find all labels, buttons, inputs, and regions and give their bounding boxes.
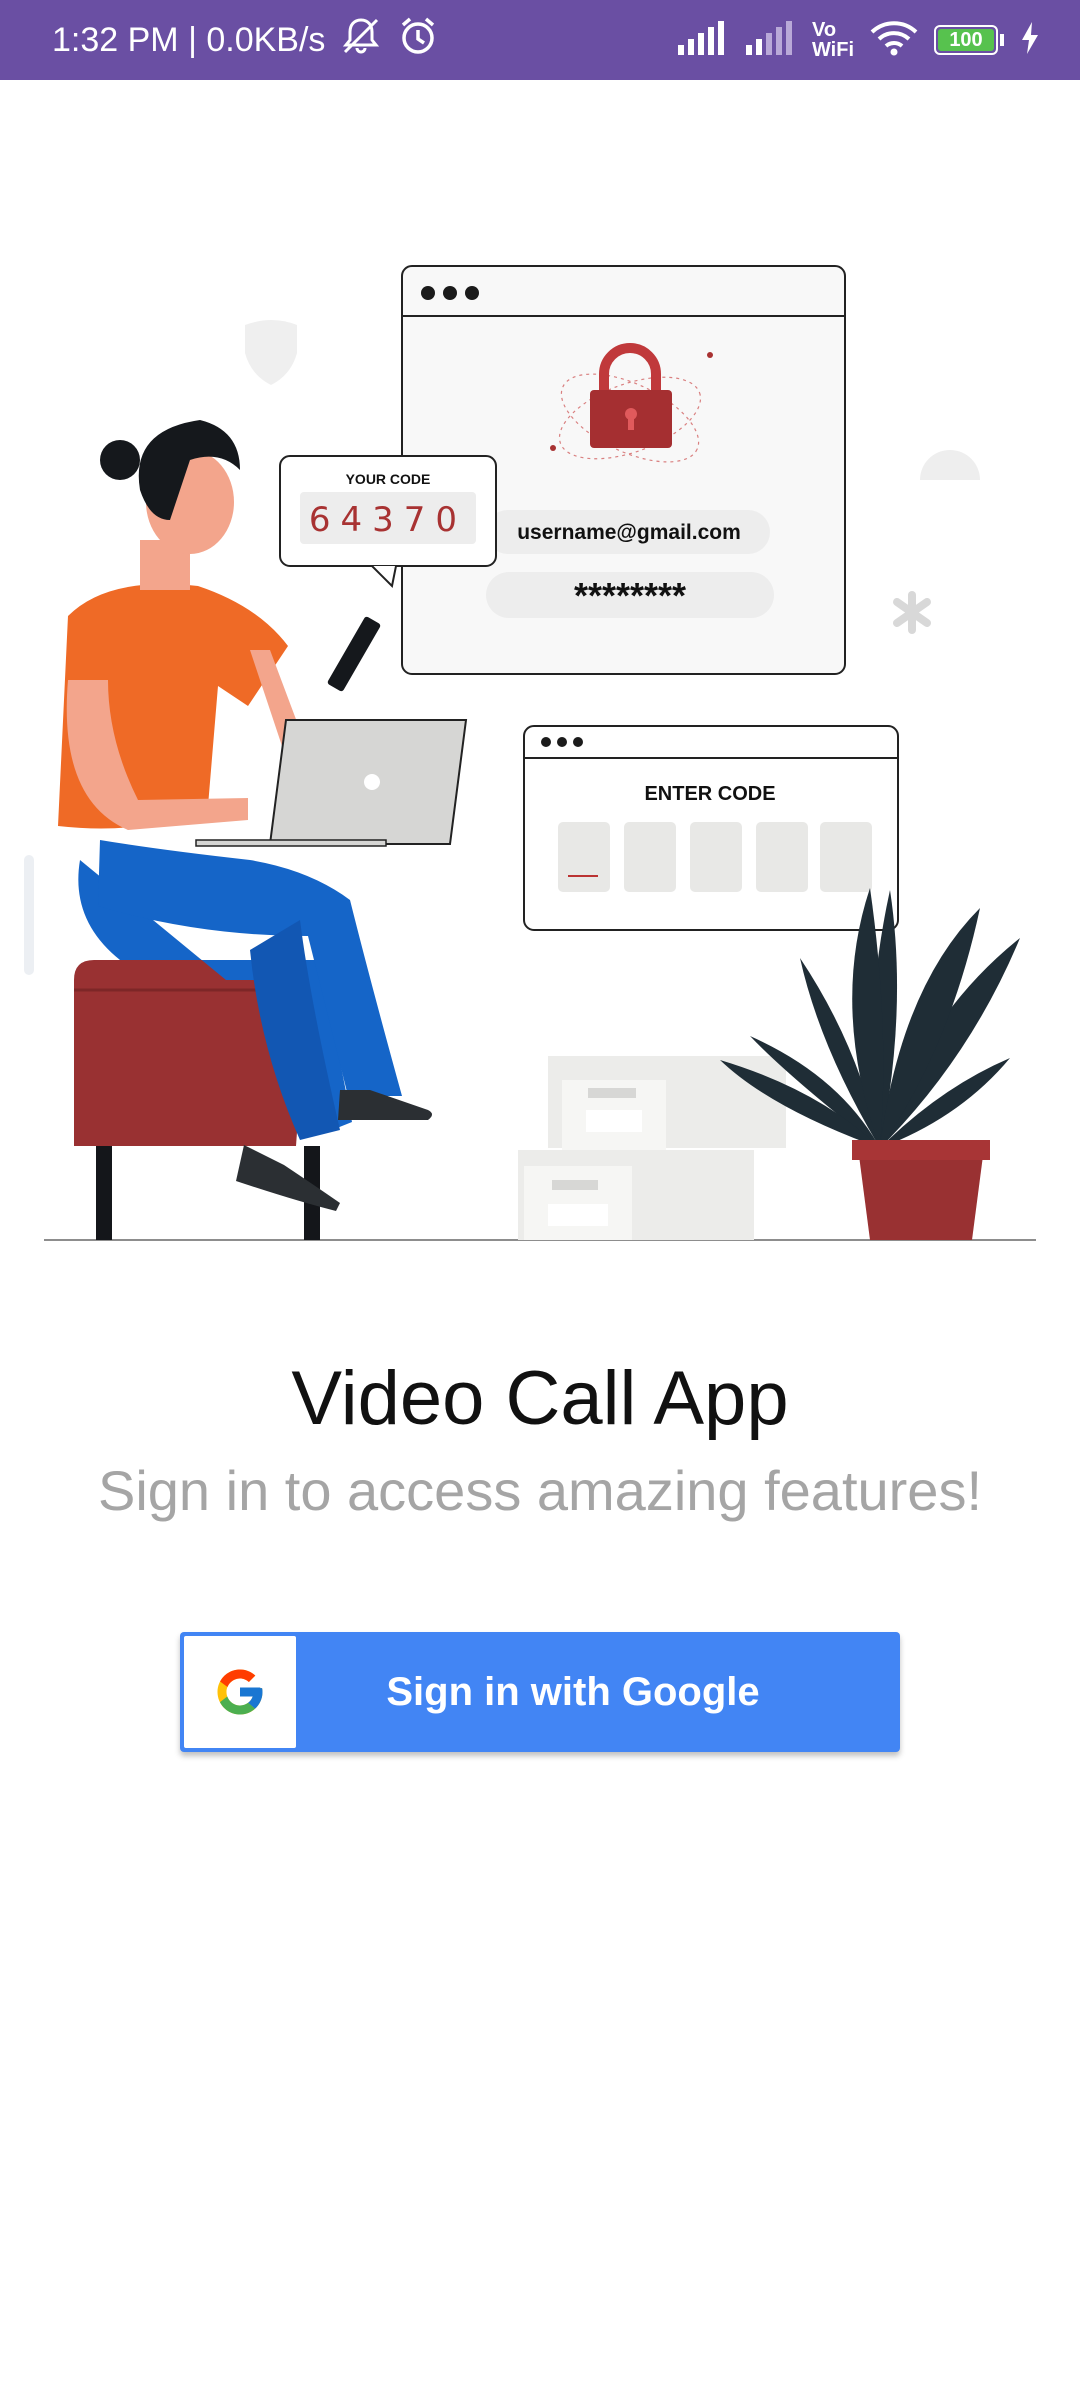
email-field-text: username@gmail.com bbox=[517, 521, 741, 544]
shield-decor-icon bbox=[245, 320, 297, 385]
dome-decor bbox=[920, 450, 980, 480]
signal-weak-icon bbox=[744, 20, 796, 60]
page-subtitle: Sign in to access amazing features! bbox=[97, 1459, 983, 1522]
status-time: 1:32 PM | 0.0KB/s bbox=[52, 20, 326, 59]
google-logo-icon bbox=[184, 1636, 296, 1748]
status-bar: 1:32 PM | 0.0KB/s Vo WiFi 100 bbox=[0, 0, 1080, 80]
battery-level: 100 bbox=[938, 29, 994, 51]
storage-boxes bbox=[518, 1056, 786, 1240]
status-bar-left: 1:32 PM | 0.0KB/s bbox=[52, 0, 439, 80]
wifi-icon bbox=[870, 20, 918, 61]
edge-handle[interactable] bbox=[24, 855, 34, 975]
google-sign-in-button[interactable]: Sign in with Google bbox=[180, 1632, 900, 1752]
muted-bell-icon bbox=[339, 14, 383, 67]
signal-icon bbox=[676, 20, 728, 60]
asterisk-decor bbox=[893, 591, 931, 634]
your-code-value: 64370 bbox=[309, 500, 467, 540]
status-bar-right: Vo WiFi 100 bbox=[676, 0, 1040, 80]
charging-bolt-icon bbox=[1020, 21, 1040, 59]
login-illustration: YOUR CODE 64370 username@gmail.com *****… bbox=[0, 200, 1080, 1260]
google-sign-in-label: Sign in with Google bbox=[386, 1669, 760, 1714]
page-title: Video Call App bbox=[291, 1356, 789, 1441]
your-code-label: YOUR CODE bbox=[346, 471, 431, 487]
battery-icon: 100 bbox=[934, 25, 1004, 55]
enter-code-label: ENTER CODE bbox=[644, 783, 775, 805]
vowifi-icon: Vo WiFi bbox=[811, 19, 854, 61]
password-field-text: ******** bbox=[574, 575, 686, 616]
alarm-icon bbox=[397, 15, 439, 66]
enter-code-window bbox=[523, 725, 899, 931]
